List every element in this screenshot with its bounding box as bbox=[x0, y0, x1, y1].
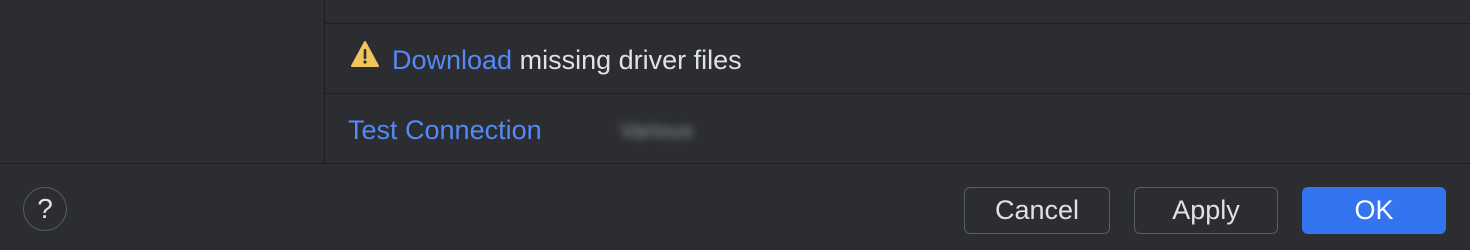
warning-icon bbox=[350, 40, 380, 68]
ok-button[interactable]: OK bbox=[1302, 187, 1446, 234]
cancel-button[interactable]: Cancel bbox=[964, 187, 1110, 234]
help-button[interactable]: ? bbox=[23, 187, 67, 231]
connection-details-panel: Download missing driver files Test Conne… bbox=[325, 0, 1470, 163]
dialog-footer: ? Cancel Apply OK bbox=[0, 163, 1470, 250]
test-connection-row: Test Connection Various bbox=[325, 94, 1470, 163]
warning-message-text: missing driver files bbox=[512, 45, 742, 75]
warning-message: Download missing driver files bbox=[392, 44, 742, 76]
connection-status-text: Various bbox=[620, 118, 693, 143]
help-icon: ? bbox=[37, 193, 53, 224]
apply-button[interactable]: Apply bbox=[1134, 187, 1278, 234]
driver-settings-dialog: Download missing driver files Test Conne… bbox=[0, 0, 1470, 250]
test-connection-link[interactable]: Test Connection bbox=[348, 114, 542, 146]
download-link[interactable]: Download bbox=[392, 45, 512, 75]
top-divider-row bbox=[325, 0, 1470, 24]
missing-driver-warning-row: Download missing driver files bbox=[325, 24, 1470, 94]
left-sidebar-panel bbox=[0, 0, 325, 163]
